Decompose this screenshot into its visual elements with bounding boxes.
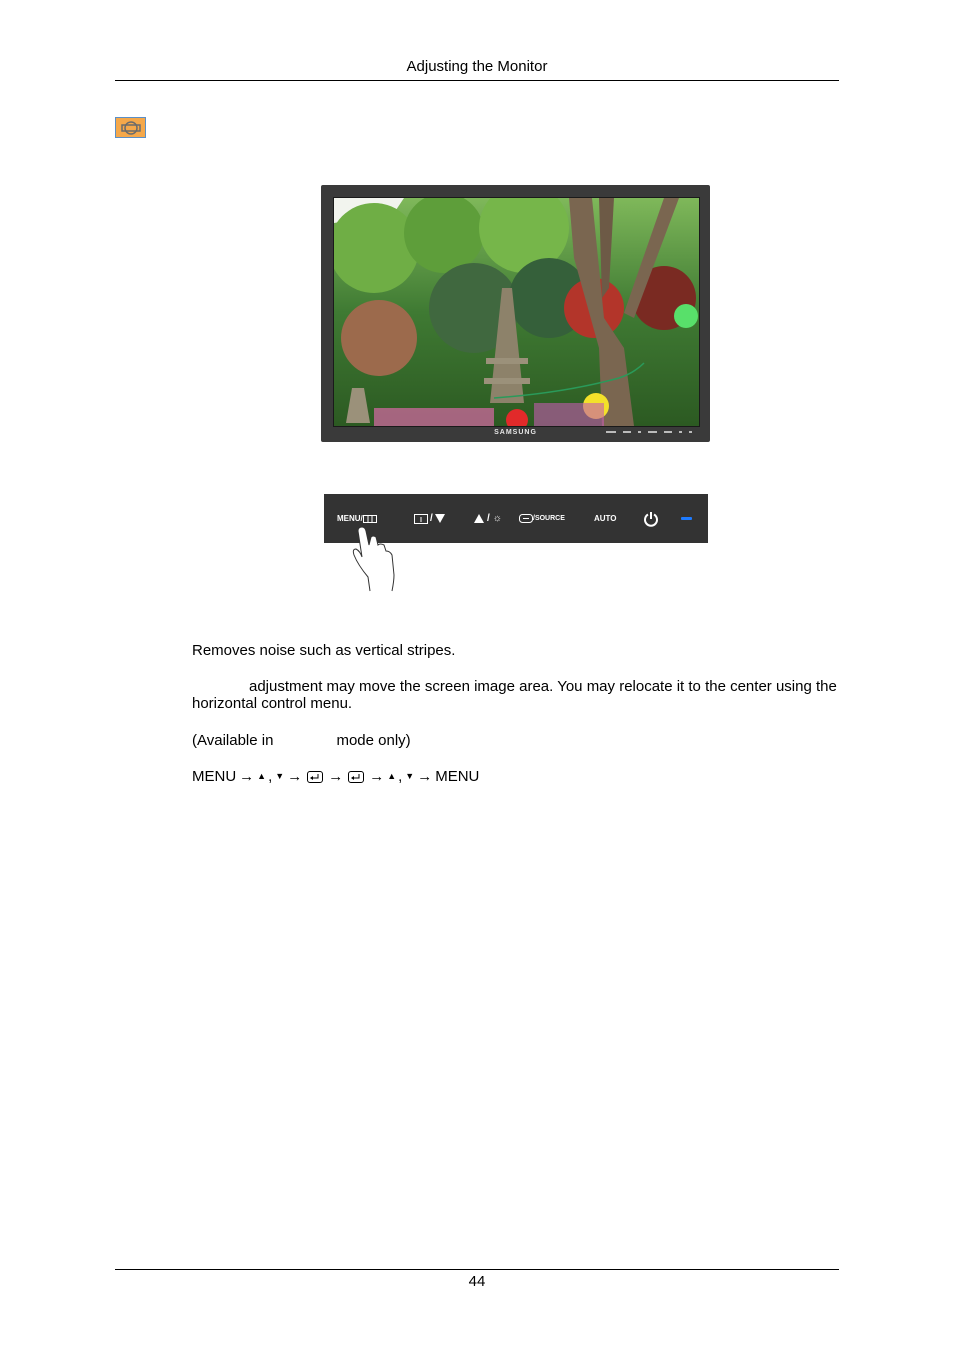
comma: ,	[268, 768, 273, 785]
brightness-icon: ☼	[492, 513, 502, 524]
page-header-title: Adjusting the Monitor	[406, 58, 548, 75]
availability-suffix: mode only)	[336, 732, 411, 749]
footer-rule	[115, 1269, 839, 1270]
arrow-icon: →	[287, 768, 303, 785]
monitor-front-buttons	[606, 431, 692, 433]
availability-prefix: (Available in	[192, 732, 274, 749]
page-number: 44	[468, 1273, 486, 1290]
monitor-illustration: SAMSUNG	[321, 185, 710, 442]
enter-icon	[519, 514, 533, 523]
sequence-menu-start: MENU	[192, 768, 237, 785]
note-body: adjustment may move the screen image are…	[192, 678, 837, 712]
power-button[interactable]	[643, 494, 659, 543]
enter-key-icon	[307, 770, 324, 783]
input-down-separator: /	[430, 513, 433, 524]
enter-source-button[interactable]: /SOURCE	[519, 494, 565, 543]
availability-text: (Available in mode only)	[192, 732, 411, 749]
description-text: Removes noise such as vertical stripes.	[192, 642, 456, 659]
input-down-button[interactable]: /	[414, 494, 445, 543]
arrow-icon: →	[369, 768, 385, 785]
arrow-icon: →	[328, 768, 344, 785]
down-triangle-icon	[434, 514, 445, 523]
monitor-screen	[333, 197, 700, 427]
up-triangle-icon: ▲	[387, 771, 397, 781]
up-triangle-icon: ▲	[257, 771, 267, 781]
note-text: adjustment may move the screen image are…	[192, 678, 842, 712]
menu-navigation-sequence: MENU → ▲ , ▼ → → → ▲ , ▼ → MENU	[192, 768, 479, 785]
down-triangle-icon: ▼	[405, 771, 415, 781]
header-rule	[115, 80, 839, 81]
up-brightness-separator: /	[487, 513, 490, 524]
fine-tuning-icon	[115, 117, 146, 138]
enter-key-icon	[348, 770, 365, 783]
input-icon	[414, 513, 428, 524]
pointing-hand-illustration	[352, 526, 395, 592]
auto-button[interactable]: AUTO	[594, 494, 617, 543]
arrow-icon: →	[239, 768, 255, 785]
power-icon	[644, 511, 658, 527]
sequence-menu-end: MENU	[435, 768, 480, 785]
auto-label: AUTO	[594, 514, 617, 523]
source-label: /SOURCE	[533, 515, 565, 522]
up-triangle-icon	[474, 514, 484, 523]
comma: ,	[398, 768, 403, 785]
arrow-icon: →	[417, 768, 433, 785]
up-brightness-button[interactable]: / ☼	[474, 494, 502, 543]
power-indicator-led	[681, 494, 692, 543]
down-triangle-icon: ▼	[275, 771, 285, 781]
